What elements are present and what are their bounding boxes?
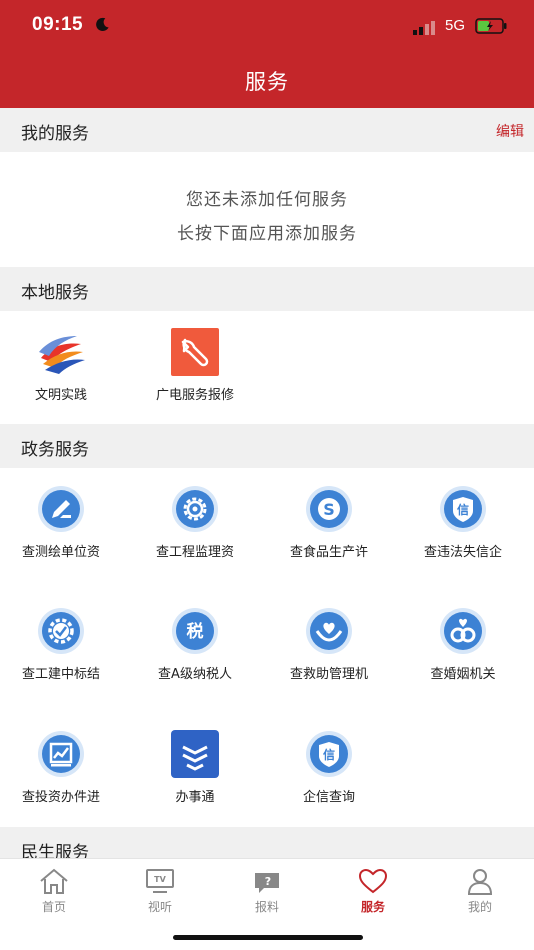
gear-icon [172,486,218,532]
gov-service-item[interactable]: 查救助管理机 [264,607,394,697]
tab-mine-label: 我的 [467,900,492,914]
investment-chart-icon [38,731,84,777]
tab-home-label: 首页 [41,900,66,914]
tab-service-label: 服务 [360,900,385,914]
status-bar: 09:15 5G [0,0,534,54]
gov-service-label: 查工建中标结 [21,667,100,682]
svg-text:S: S [323,500,335,519]
gov-service-item[interactable]: 信 查违法失信企 [398,485,528,575]
my-services-title: 我的服务 [21,124,89,144]
food-s-icon: S [306,486,352,532]
tab-report-label: 报料 [254,900,279,914]
gov-service-item[interactable]: 查工程监理资 [130,485,260,575]
moon-icon [96,17,109,31]
tab-mine[interactable]: 我的 [440,867,520,915]
app-header: 09:15 5G 服务 [0,0,534,108]
gov-service-item[interactable]: 办事通 [130,730,260,820]
tab-video[interactable]: TV 视听 [120,867,200,915]
gov-service-label: 查投资办件进 [21,790,100,805]
gov-service-label: 查食品生产许 [289,545,368,560]
svg-text:信: 信 [457,502,469,517]
gov-service-item[interactable]: 查工建中标结 [0,607,126,697]
gov-service-label: 查工程监理资 [155,545,234,560]
local-service-label: 文明实践 [34,388,87,403]
civilization-practice-logo [39,336,85,374]
empty-message-line2: 长按下面应用添加服务 [177,224,357,244]
svg-text:TV: TV [154,875,166,884]
tab-video-label: 视听 [147,900,172,914]
svg-text:?: ? [265,875,271,888]
battery-icon [475,18,507,34]
heart-icon [358,868,388,894]
local-services-title: 本地服务 [21,283,89,303]
gov-service-item[interactable]: S 查食品生产许 [264,485,394,575]
banshitong-logo [171,730,219,778]
tv-icon: TV [146,869,174,893]
checked-gear-icon [38,608,84,654]
gov-service-label: 办事通 [175,790,215,805]
person-icon [467,869,493,895]
page-title: 服务 [245,70,289,94]
local-services-header: 本地服务 [0,267,534,311]
credit-shield-icon: 信 [440,486,486,532]
local-service-item[interactable]: 广电服务报修 [130,328,260,418]
gov-services-header: 政务服务 [0,424,534,468]
status-time: 09:15 [32,14,84,35]
gov-service-label: 查A级纳税人 [158,667,232,682]
gov-service-label: 查测绘单位资 [21,545,100,560]
report-icon: ? [255,873,279,893]
gov-service-label: 企信查询 [302,790,355,805]
wrench-repair-icon [171,328,219,376]
signal-icon [413,21,435,35]
svg-text:税: 税 [187,621,204,642]
network-type: 5G [445,17,466,34]
gov-service-label: 查违法失信企 [423,545,502,560]
survey-pen-icon [38,486,84,532]
gov-services-title: 政务服务 [21,440,89,460]
empty-message-line1: 您还未添加任何服务 [186,190,348,210]
home-icon [40,868,68,894]
gov-service-item[interactable]: 查投资办件进 [0,730,126,820]
gov-service-item[interactable]: 信 企信查询 [264,730,394,820]
svg-text:信: 信 [323,747,335,762]
heart-hands-icon [306,608,352,654]
gov-service-item[interactable]: 查测绘单位资 [0,485,126,575]
tab-service[interactable]: 服务 [333,867,413,915]
edit-button[interactable]: 编辑 [496,121,524,141]
gov-service-label: 查救助管理机 [289,667,368,682]
home-indicator [173,935,363,940]
tax-icon: 税 [172,608,218,654]
tab-report[interactable]: ? 报料 [227,867,307,915]
rings-icon [440,608,486,654]
enterprise-credit-icon: 信 [306,731,352,777]
gov-service-label: 查婚姻机关 [430,667,496,682]
local-service-label: 广电服务报修 [155,388,234,403]
gov-service-item[interactable]: 查婚姻机关 [398,607,528,697]
gov-service-item[interactable]: 税 查A级纳税人 [130,607,260,697]
my-services-header: 我的服务 编辑 [0,108,534,152]
local-service-item[interactable]: 文明实践 [0,328,126,418]
tab-home[interactable]: 首页 [14,867,94,915]
